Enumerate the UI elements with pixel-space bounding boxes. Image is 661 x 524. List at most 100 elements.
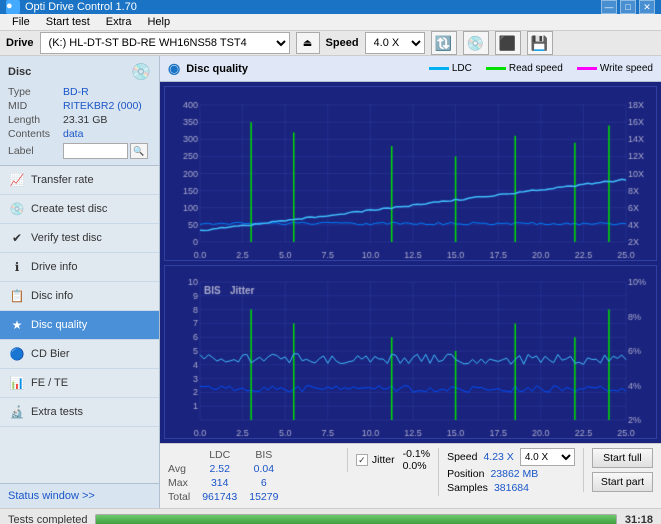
menu-bar: File Start test Extra Help <box>0 14 661 31</box>
quality-header: ◉ Disc quality LDC Read speed Write spee… <box>160 56 661 82</box>
status-window-button[interactable]: Status window >> <box>0 483 159 508</box>
stats-row-total: Total 961743 15279 <box>168 490 290 504</box>
disc-label-row: Label 🔍 <box>8 143 151 159</box>
charts-container <box>160 82 661 443</box>
sidebar: Disc 💿 Type BD-R MID RITEKBR2 (000) Leng… <box>0 56 160 508</box>
disc-icon: 💿 <box>131 62 151 82</box>
nav-disc-quality-label: Disc quality <box>31 319 87 331</box>
nav-create-test-disc[interactable]: 💿 Create test disc <box>0 195 159 224</box>
disc-contents-row: Contents data <box>8 128 151 140</box>
nav-transfer-rate-label: Transfer rate <box>31 174 94 186</box>
disc-label-search-button[interactable]: 🔍 <box>130 143 148 159</box>
nav-cd-bier[interactable]: 🔵 CD Bier <box>0 340 159 369</box>
verify-test-disc-icon: ✔ <box>8 230 26 246</box>
disc-length-label: Length <box>8 114 63 126</box>
nav-disc-info[interactable]: 📋 Disc info <box>0 282 159 311</box>
toolbar-btn-2[interactable]: 💿 <box>463 31 489 55</box>
main-area: Disc 💿 Type BD-R MID RITEKBR2 (000) Leng… <box>0 56 661 524</box>
transfer-rate-icon: 📈 <box>8 172 26 188</box>
nav-disc-quality[interactable]: ★ Disc quality <box>0 311 159 340</box>
status-time: 31:18 <box>625 514 653 524</box>
menu-extra[interactable]: Extra <box>98 14 140 30</box>
legend-ldc-label: LDC <box>452 63 472 74</box>
fe-te-icon: 📊 <box>8 375 26 391</box>
main-layout: Disc 💿 Type BD-R MID RITEKBR2 (000) Leng… <box>0 56 661 508</box>
title-bar-left: ● Opti Drive Control 1.70 <box>6 0 137 14</box>
drive-select[interactable]: (K:) HL-DT-ST BD-RE WH16NS58 TST4 <box>40 32 290 54</box>
stats-total-bis: 15279 <box>249 490 290 504</box>
nav-fe-te[interactable]: 📊 FE / TE <box>0 369 159 398</box>
jitter-max: 0.0% <box>403 460 430 472</box>
disc-quality-icon: ★ <box>8 317 26 333</box>
menu-help[interactable]: Help <box>139 14 178 30</box>
jitter-values: -0.1% 0.0% <box>403 448 430 472</box>
speed-section: Speed 4.23 X 4.0 X Position 23862 MB Sam… <box>438 448 575 496</box>
legend-write-speed: Write speed <box>577 63 653 74</box>
position-row: Position 23862 MB <box>447 468 575 480</box>
stats-avg-label: Avg <box>168 462 202 476</box>
quality-title: Disc quality <box>186 63 248 75</box>
nav-disc-info-label: Disc info <box>31 290 73 302</box>
close-button[interactable]: ✕ <box>639 0 655 14</box>
status-text: Tests completed <box>8 514 87 524</box>
stats-max-ldc: 314 <box>202 476 249 490</box>
chart2-canvas <box>165 266 656 438</box>
chart1-canvas <box>165 87 656 260</box>
quality-icon: ◉ <box>168 60 180 77</box>
position-label: Position <box>447 468 484 480</box>
stats-col-bis: BIS <box>249 448 290 462</box>
progress-bar-container <box>95 514 616 524</box>
disc-length-row: Length 23.31 GB <box>8 114 151 126</box>
toolbar-btn-3[interactable]: ⬛ <box>495 31 521 55</box>
speed-select[interactable]: 4.0 X <box>365 32 425 54</box>
disc-length-value: 23.31 GB <box>63 114 151 126</box>
nav-drive-info[interactable]: ℹ Drive info <box>0 253 159 282</box>
jitter-label: Jitter <box>372 454 395 466</box>
toolbar-btn-1[interactable]: 🔃 <box>431 31 457 55</box>
nav-extra-tests[interactable]: 🔬 Extra tests <box>0 398 159 427</box>
cd-bier-icon: 🔵 <box>8 346 26 362</box>
status-window-label: Status window >> <box>8 490 95 502</box>
nav-extra-tests-label: Extra tests <box>31 406 83 418</box>
disc-contents-label: Contents <box>8 128 63 140</box>
menu-start-test[interactable]: Start test <box>38 14 98 30</box>
stats-panel: LDC BIS Avg 2.52 0.04 <box>160 443 661 508</box>
disc-label-input[interactable] <box>63 143 128 159</box>
nav-verify-test-disc[interactable]: ✔ Verify test disc <box>0 224 159 253</box>
disc-label-label: Label <box>8 145 63 157</box>
create-test-disc-icon: 💿 <box>8 201 26 217</box>
stats-avg-bis: 0.04 <box>249 462 290 476</box>
maximize-button[interactable]: □ <box>620 0 636 14</box>
title-bar-controls: — □ ✕ <box>601 0 655 14</box>
speed-select-dropdown[interactable]: 4.0 X <box>520 448 575 466</box>
toolbar-btn-4[interactable]: 💾 <box>527 31 553 55</box>
menu-file[interactable]: File <box>4 14 38 30</box>
status-bar: Tests completed 31:18 <box>0 508 661 524</box>
disc-mid-label: MID <box>8 100 63 112</box>
legend-read-speed-color <box>486 67 506 70</box>
speed-row: Speed 4.23 X 4.0 X <box>447 448 575 466</box>
legend-write-speed-color <box>577 67 597 70</box>
stats-max-label: Max <box>168 476 202 490</box>
disc-title: Disc <box>8 66 31 78</box>
start-full-button[interactable]: Start full <box>592 448 653 468</box>
stats-max-bis: 6 <box>249 476 290 490</box>
nav-cd-bier-label: CD Bier <box>31 348 70 360</box>
legend-read-speed-label: Read speed <box>509 63 563 74</box>
nav-items: 📈 Transfer rate 💿 Create test disc ✔ Ver… <box>0 166 159 483</box>
position-value: 23862 MB <box>490 468 538 480</box>
chart2-wrapper <box>164 265 657 439</box>
eject-button[interactable]: ⏏ <box>296 32 320 54</box>
start-part-button[interactable]: Start part <box>592 472 653 492</box>
nav-transfer-rate[interactable]: 📈 Transfer rate <box>0 166 159 195</box>
progress-bar-fill <box>96 515 615 524</box>
jitter-checkbox[interactable]: ✓ <box>356 454 368 466</box>
disc-type-label: Type <box>8 86 63 98</box>
disc-mid-value: RITEKBR2 (000) <box>63 100 151 112</box>
disc-panel-header: Disc 💿 <box>8 62 151 82</box>
speed-label: Speed <box>447 451 477 463</box>
jitter-avg: -0.1% <box>403 448 430 460</box>
minimize-button[interactable]: — <box>601 0 617 14</box>
legend-write-speed-label: Write speed <box>600 63 653 74</box>
title-bar: ● Opti Drive Control 1.70 — □ ✕ <box>0 0 661 14</box>
